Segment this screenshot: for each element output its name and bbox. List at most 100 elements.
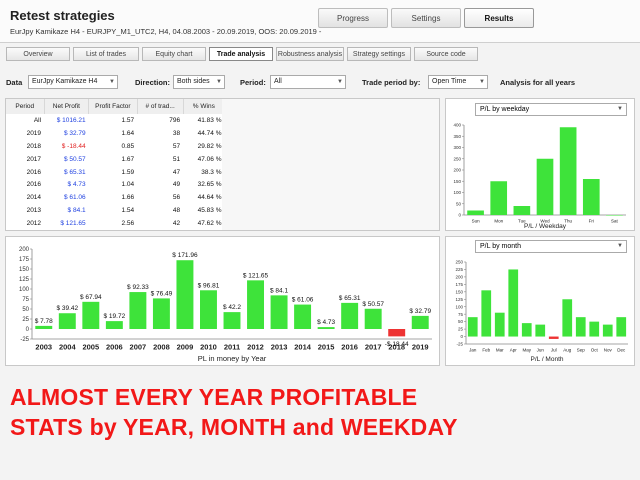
chevron-down-icon: ▼ [617, 106, 623, 112]
x-tick-label: 2010 [200, 343, 217, 352]
row-profit-factor: 2.56 [121, 220, 135, 228]
direction-label: Direction: [135, 78, 171, 87]
table-row[interactable]: 2016 $ 65.31 1.59 47 38.3 % [6, 166, 225, 179]
row-wins: 47.06 % [197, 155, 222, 163]
chevron-down-icon: ▼ [617, 243, 623, 249]
data-label: $ 42.2 [223, 304, 241, 311]
bar [481, 290, 492, 337]
bar [105, 321, 123, 329]
bar [388, 329, 406, 337]
bar [548, 336, 559, 339]
y-tick-label: 300 [453, 145, 461, 150]
row-profit-factor: 1.67 [121, 155, 135, 163]
results-button[interactable]: Results [464, 8, 534, 28]
row-period: All [33, 116, 42, 124]
bar [589, 321, 600, 337]
row-trades: 796 [169, 116, 181, 124]
bar [521, 323, 532, 337]
column-header-period[interactable]: Period [6, 99, 45, 114]
period-label: Period: [240, 78, 266, 87]
row-trades: 49 [172, 181, 181, 189]
y-tick-label: 0 [458, 213, 461, 218]
x-tick-label: 2017 [365, 343, 382, 352]
y-tick-label: 50 [458, 319, 464, 324]
data-label: Data [6, 78, 23, 87]
tab-overview[interactable]: Overview [6, 47, 70, 61]
y-tick-label: 125 [455, 297, 463, 302]
row-period: 2012 [26, 220, 42, 228]
x-tick-label: Jul [551, 348, 557, 353]
strategy-subtitle: EurJpy Kamikaze H4 - EURJPY_M1_UTC2, H4,… [10, 27, 322, 36]
chevron-down-icon: ▼ [109, 79, 115, 85]
x-tick-label: 2003 [35, 343, 52, 352]
bar [575, 317, 586, 337]
bar [536, 158, 554, 215]
bar [294, 304, 312, 329]
bar [200, 290, 217, 329]
row-wins: 38.3 % [201, 168, 222, 176]
bar [490, 181, 508, 215]
x-tick-label: 2011 [224, 343, 240, 352]
period-select[interactable]: All ▼ [270, 75, 346, 89]
tab-trade-analysis[interactable]: Trade analysis [209, 47, 273, 61]
row-trades: 48 [172, 207, 181, 215]
table-row[interactable]: 2019 $ 32.79 1.64 38 44.74 % [6, 127, 225, 140]
row-profit-factor: 1.64 [121, 129, 135, 137]
row-net-profit: $ 61.06 [63, 194, 86, 202]
year-stats-table: Period Net Profit Profit Factor # of tra… [6, 99, 226, 230]
bar [467, 210, 484, 215]
column-header-trades[interactable]: # of trad... [137, 99, 184, 114]
table-row[interactable]: 2012 $ 121.65 2.56 42 47.62 % [6, 217, 225, 230]
row-net-profit: $ -18.44 [61, 142, 86, 150]
data-label: $ 76.49 [151, 290, 173, 297]
row-net-profit: $ 65.31 [63, 168, 86, 176]
tab-list-of-trades[interactable]: List of trades [73, 47, 139, 61]
trade-period-select[interactable]: Open Time ▼ [428, 75, 488, 89]
bar [270, 295, 288, 329]
tab-equity-chart[interactable]: Equity chart [142, 47, 206, 61]
x-tick-label: Feb [482, 348, 490, 353]
bar [562, 299, 573, 337]
column-header-wins[interactable]: % Wins [183, 99, 226, 114]
bar [513, 206, 531, 215]
bar [317, 327, 335, 329]
data-label: $ 121.65 [243, 272, 269, 279]
y-tick-label: 100 [19, 287, 30, 293]
y-tick-label: 25 [458, 327, 464, 332]
month-chart-select[interactable]: P/L by month ▼ [475, 240, 627, 253]
table-row[interactable]: 2017 $ 50.57 1.67 51 47.06 % [6, 153, 225, 166]
row-trades: 38 [172, 129, 181, 137]
progress-button[interactable]: Progress [318, 8, 388, 28]
table-row[interactable]: 2013 $ 84.1 1.54 48 45.83 % [6, 204, 225, 217]
settings-button[interactable]: Settings [391, 8, 461, 28]
bar [606, 215, 623, 216]
y-tick-label: 0 [26, 327, 30, 333]
data-label: $ 50.57 [362, 301, 384, 308]
table-row[interactable]: 2014 $ 61.06 1.66 56 44.64 % [6, 191, 225, 204]
tab-source-code[interactable]: Source code [414, 47, 478, 61]
table-row[interactable]: 2018 $ -18.44 0.85 57 29.82 % [6, 140, 225, 153]
column-header-profit-factor[interactable]: Profit Factor [88, 99, 138, 114]
x-tick-label: Oct [591, 348, 599, 353]
data-label: $ 67.94 [80, 294, 102, 301]
direction-select[interactable]: Both sides ▼ [173, 75, 225, 89]
data-select[interactable]: EurJpy Kamikaze H4 ▼ [28, 75, 118, 89]
row-trades: 56 [172, 194, 181, 202]
tab-robustness-analysis[interactable]: Robustness analysis [276, 47, 344, 61]
table-row[interactable]: 2016 $ 4.73 1.04 49 32.65 % [6, 178, 225, 191]
row-period: 2019 [26, 129, 42, 137]
data-label: $ 32.79 [409, 308, 431, 315]
row-net-profit: $ 84.1 [67, 207, 86, 215]
chevron-down-icon: ▼ [337, 79, 343, 85]
table-row[interactable]: All $ 1016.21 1.57 796 41.83 % [6, 114, 225, 127]
column-header-net-profit[interactable]: Net Profit [44, 99, 90, 114]
bar [535, 324, 546, 337]
y-tick-label: 100 [455, 304, 463, 309]
bar [58, 313, 76, 329]
weekday-select-value: P/L by weekday [480, 106, 530, 113]
weekday-chart: 050100150200250300350400Sun Mon Tue Wed Thu F… [453, 123, 626, 230]
tab-strategy-settings[interactable]: Strategy settings [347, 47, 411, 61]
x-tick-label: Aug [563, 348, 572, 353]
weekday-chart-select[interactable]: P/L by weekday ▼ [475, 103, 627, 116]
trade-period-select-value: Open Time [432, 78, 467, 85]
